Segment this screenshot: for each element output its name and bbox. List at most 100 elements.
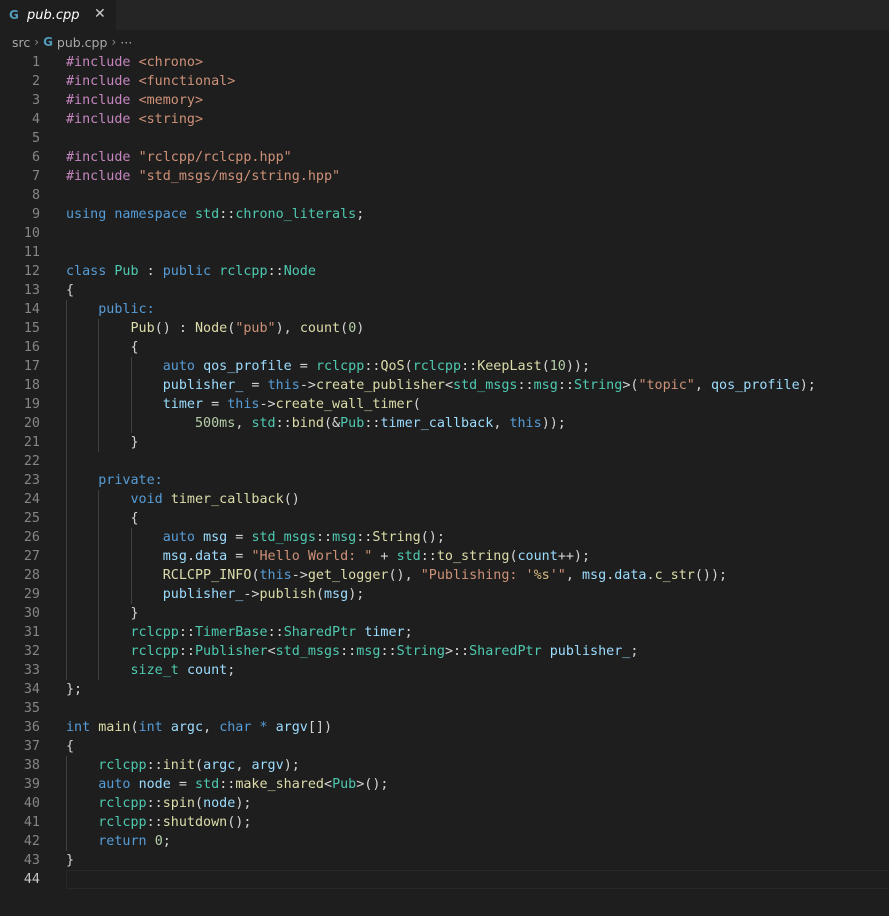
code-text: publisher_->publish(msg);	[66, 585, 365, 604]
code-line[interactable]: 37 {	[0, 737, 889, 756]
code-token: rclcpp	[130, 625, 179, 640]
code-token: spin	[162, 796, 195, 811]
code-line[interactable]: 17 auto qos_profile = rclcpp::QoS(rclcpp…	[0, 357, 889, 376]
code-line[interactable]: 14 public:	[0, 300, 889, 319]
code-token: =	[291, 359, 316, 374]
breadcrumb-file[interactable]: pub.cpp	[57, 35, 108, 50]
code-line[interactable]: 1 #include <chrono>	[0, 53, 889, 72]
code-text: Pub() : Node("pub"), count(0)	[66, 319, 365, 338]
code-text: {	[66, 737, 74, 756]
code-token: qos_profile	[203, 359, 292, 374]
line-number: 42	[23, 834, 40, 849]
code-line[interactable]: 28 RCLCPP_INFO(this->get_logger(), "Publ…	[0, 566, 889, 585]
code-token: );	[283, 758, 300, 773]
code-token: ++);	[557, 549, 591, 564]
code-line[interactable]: 21 }	[0, 433, 889, 452]
code-line[interactable]: 27 msg.data = "Hello World: " + std::to_…	[0, 547, 889, 566]
code-token: publish	[259, 587, 316, 602]
code-token: )	[356, 321, 365, 336]
code-line[interactable]: 8	[0, 186, 889, 205]
code-token: bind	[291, 416, 324, 431]
code-line[interactable]: 38 rclcpp::init(argc, argv);	[0, 756, 889, 775]
code-token: argc	[170, 720, 204, 735]
code-line[interactable]: 33 size_t count;	[0, 661, 889, 680]
close-icon[interactable]: ✕	[94, 6, 106, 22]
code-token: 0	[154, 834, 163, 849]
code-token: std_msgs	[251, 530, 316, 545]
code-line[interactable]: 6 #include "rclcpp/rclcpp.hpp"	[0, 148, 889, 167]
code-token: ->	[299, 378, 316, 393]
code-token: rclcpp	[412, 359, 462, 374]
code-token: using	[66, 207, 107, 222]
tab-label: pub.cpp	[27, 7, 80, 23]
code-line[interactable]: 15 Pub() : Node("pub"), count(0)	[0, 319, 889, 338]
code-line[interactable]: 22	[0, 452, 889, 471]
code-line[interactable]: 30 }	[0, 604, 889, 623]
code-line[interactable]: 11	[0, 243, 889, 262]
code-token: {	[66, 340, 139, 355]
code-line[interactable]: 12 class Pub : public rclcpp::Node	[0, 262, 889, 281]
code-line[interactable]: 29 publisher_->publish(msg);	[0, 585, 889, 604]
code-line[interactable]: 40 rclcpp::spin(node);	[0, 794, 889, 813]
code-line[interactable]: 31 rclcpp::TimerBase::SharedPtr timer;	[0, 623, 889, 642]
breadcrumb-folder[interactable]: src	[12, 35, 30, 50]
code-token: (	[404, 359, 413, 374]
code-line[interactable]: 9 using namespace std::chrono_literals;	[0, 205, 889, 224]
tab-pub-cpp[interactable]: G pub.cpp ✕	[0, 0, 116, 30]
code-token: timer_callback	[170, 492, 284, 507]
code-line[interactable]: 19 timer = this->create_wall_timer(	[0, 395, 889, 414]
code-line[interactable]: 2 #include <functional>	[0, 72, 889, 91]
code-line[interactable]: 32 rclcpp::Publisher<std_msgs::msg::Stri…	[0, 642, 889, 661]
code-line[interactable]: 41 rclcpp::shutdown();	[0, 813, 889, 832]
code-text: timer = this->create_wall_timer(	[66, 395, 421, 414]
line-number: 13	[23, 283, 40, 298]
code-token: (	[130, 720, 139, 735]
code-line[interactable]: 10	[0, 224, 889, 243]
indent-guide	[66, 300, 67, 680]
code-token: <	[444, 378, 453, 393]
code-token: msg	[356, 644, 381, 659]
line-number: 21	[23, 435, 40, 450]
code-line[interactable]: 43}	[0, 851, 889, 870]
code-line[interactable]: 42 return 0;	[0, 832, 889, 851]
code-line[interactable]: 44	[0, 870, 889, 889]
code-line[interactable]: 13 {	[0, 281, 889, 300]
code-line[interactable]: 20 500ms, std::bind(&Pub::timer_callback…	[0, 414, 889, 433]
code-token: init	[162, 758, 195, 773]
code-line[interactable]: 34};	[0, 680, 889, 699]
code-line[interactable]: 39 auto node = std::make_shared<Pub>();	[0, 775, 889, 794]
code-token: Pub	[340, 416, 365, 431]
code-token: ,	[694, 378, 711, 393]
code-line[interactable]: 7 #include "std_msgs/msg/string.hpp"	[0, 167, 889, 186]
code-line[interactable]: 36 int main(int argc, char * argv[])	[0, 718, 889, 737]
code-line[interactable]: 16 {	[0, 338, 889, 357]
line-number: 14	[23, 302, 40, 317]
code-token: '"	[549, 568, 566, 583]
code-line[interactable]: 5	[0, 129, 889, 148]
code-text: auto msg = std_msgs::msg::String();	[66, 528, 445, 547]
code-line[interactable]: 3 #include <memory>	[0, 91, 889, 110]
code-line[interactable]: 26 auto msg = std_msgs::msg::String();	[0, 528, 889, 547]
code-token: ::	[517, 378, 534, 393]
code-token: (	[195, 758, 204, 773]
code-token: RCLCPP_INFO	[162, 568, 252, 583]
code-token: to_string	[436, 549, 510, 564]
code-line[interactable]: 24 void timer_callback()	[0, 490, 889, 509]
code-token: count	[186, 663, 228, 678]
code-line[interactable]: 18 publisher_ = this->create_publisher<s…	[0, 376, 889, 395]
line-number: 2	[31, 74, 40, 89]
code-line[interactable]: 35	[0, 699, 889, 718]
code-line[interactable]: 23 private:	[0, 471, 889, 490]
code-token: "Hello World: "	[251, 549, 373, 564]
breadcrumb-more[interactable]: ···	[120, 35, 132, 50]
code-token: timer	[364, 625, 405, 640]
code-editor[interactable]: 1 #include <chrono> 2 #include <functional>…	[0, 53, 889, 916]
code-line[interactable]: 4 #include <string>	[0, 110, 889, 129]
code-token: ::	[178, 625, 195, 640]
code-token: rclcpp	[98, 815, 147, 830]
code-token: ::	[557, 378, 574, 393]
code-line[interactable]: 25 {	[0, 509, 889, 528]
